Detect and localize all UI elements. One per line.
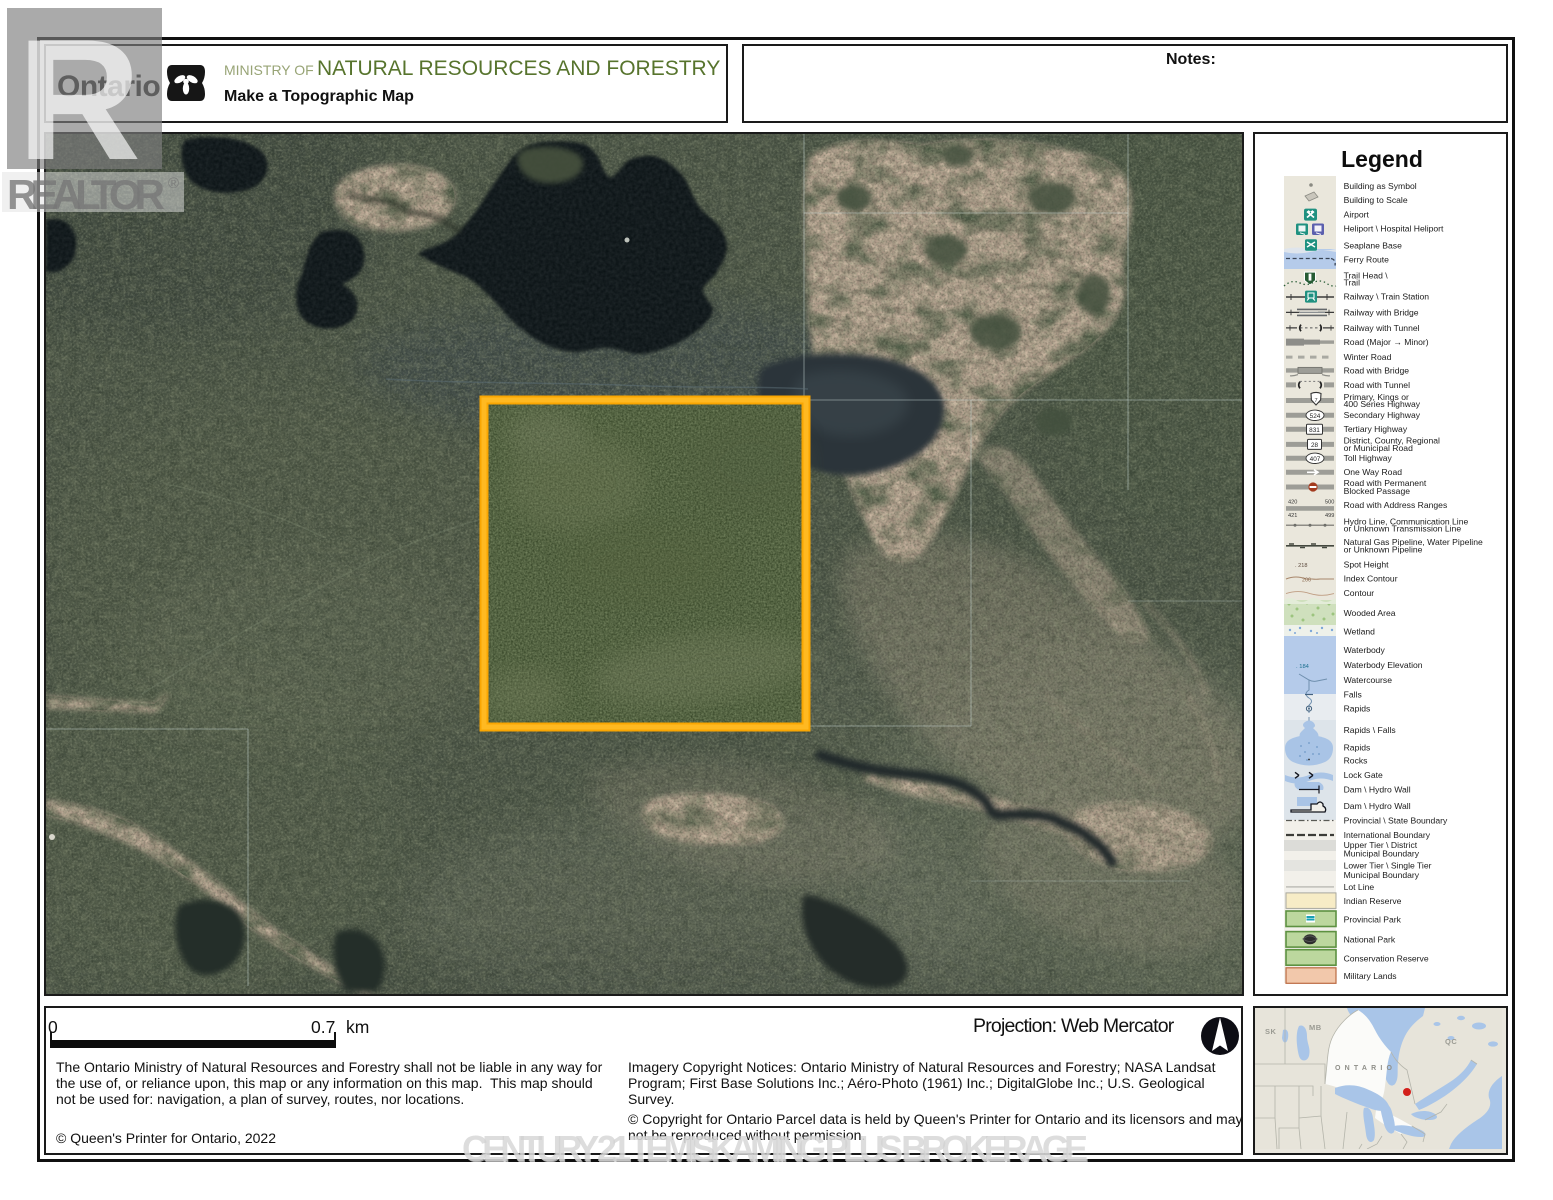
svg-text:500: 500 [1325, 499, 1334, 505]
svg-text:Trail: Trail [1344, 278, 1360, 288]
svg-text:420: 420 [1288, 499, 1297, 505]
svg-text:Road with Tunnel: Road with Tunnel [1344, 380, 1410, 390]
svg-text:Airport: Airport [1344, 210, 1370, 220]
svg-text:Ferry Route: Ferry Route [1344, 255, 1390, 265]
svg-text:Railway with Tunnel: Railway with Tunnel [1344, 323, 1420, 333]
svg-text:Rapids \ Falls: Rapids \ Falls [1344, 725, 1396, 735]
svg-text:One Way Road: One Way Road [1344, 467, 1403, 477]
svg-text:Dam \ Hydro Wall: Dam \ Hydro Wall [1344, 784, 1411, 794]
svg-text:REALTOR: REALTOR [7, 171, 165, 216]
svg-text:Falls: Falls [1344, 689, 1362, 699]
svg-text:Building as Symbol: Building as Symbol [1344, 181, 1417, 191]
svg-text:R: R [17, 8, 141, 169]
svg-text:Municipal Boundary: Municipal Boundary [1344, 849, 1420, 859]
svg-text:Waterbody: Waterbody [1344, 645, 1386, 655]
svg-text:7: 7 [1314, 398, 1317, 404]
svg-text:Watercourse: Watercourse [1344, 675, 1393, 685]
svg-text:524: 524 [1310, 413, 1321, 420]
svg-text:Wetland: Wetland [1344, 626, 1376, 636]
svg-text:831: 831 [1309, 427, 1320, 434]
svg-text:Secondary Highway: Secondary Highway [1344, 410, 1421, 420]
svg-text:Railway with Bridge: Railway with Bridge [1344, 307, 1419, 317]
svg-text:Index Contour: Index Contour [1344, 574, 1398, 584]
svg-text:Road with Bridge: Road with Bridge [1344, 365, 1410, 375]
svg-text:Lot Line: Lot Line [1344, 882, 1375, 892]
svg-text:Wooded Area: Wooded Area [1344, 608, 1396, 618]
svg-text:Lock Gate: Lock Gate [1344, 770, 1383, 780]
svg-text:400 Series Highway: 400 Series Highway [1344, 399, 1421, 409]
svg-text:QC: QC [1445, 1037, 1457, 1046]
svg-text:or Unknown Transmission Line: or Unknown Transmission Line [1344, 524, 1462, 534]
svg-text:International Boundary: International Boundary [1344, 830, 1431, 840]
svg-text:Waterbody Elevation: Waterbody Elevation [1344, 660, 1423, 670]
svg-text:Rapids: Rapids [1344, 742, 1371, 752]
svg-text:Seaplane Base: Seaplane Base [1344, 240, 1403, 250]
svg-text:MB: MB [1309, 1023, 1322, 1032]
svg-text:Rapids: Rapids [1344, 704, 1371, 714]
svg-text:. 218: . 218 [1295, 563, 1307, 569]
svg-text:Indian Reserve: Indian Reserve [1344, 896, 1402, 906]
svg-text:28: 28 [1311, 442, 1319, 449]
svg-text:499: 499 [1325, 513, 1334, 519]
svg-text:Legend: Legend [1341, 146, 1423, 172]
svg-text:Provincial \ State Boundary: Provincial \ State Boundary [1344, 815, 1448, 825]
svg-text:Railway \ Train Station: Railway \ Train Station [1344, 291, 1430, 301]
svg-text:421: 421 [1288, 513, 1297, 519]
svg-text:Blocked Passage: Blocked Passage [1344, 486, 1411, 496]
svg-text:206: 206 [1302, 577, 1311, 583]
svg-text:Road (Major → Minor): Road (Major → Minor) [1344, 337, 1429, 347]
svg-text:or Unknown Pipeline: or Unknown Pipeline [1344, 545, 1423, 555]
svg-text:ONTARIO: ONTARIO [1335, 1065, 1396, 1072]
svg-text:Building to Scale: Building to Scale [1344, 195, 1408, 205]
svg-text:Road with Address Ranges: Road with Address Ranges [1344, 500, 1448, 510]
svg-text:Tertiary Highway: Tertiary Highway [1344, 424, 1408, 434]
svg-text:Municipal Boundary: Municipal Boundary [1344, 870, 1420, 880]
svg-text:Spot Height: Spot Height [1344, 560, 1390, 570]
svg-text:407: 407 [1310, 456, 1321, 463]
svg-text:. 184: . 184 [1296, 664, 1310, 670]
svg-text:Military Lands: Military Lands [1344, 971, 1397, 981]
svg-text:Provincial Park: Provincial Park [1344, 914, 1402, 924]
svg-text:Dam \ Hydro Wall: Dam \ Hydro Wall [1344, 801, 1411, 811]
svg-text:CENTURY 21 TEMISKAMING PLUS BR: CENTURY 21 TEMISKAMING PLUS BROKERAGE [462, 1130, 1088, 1169]
svg-text:Heliport \ Hospital Heliport: Heliport \ Hospital Heliport [1344, 224, 1444, 234]
svg-text:Rocks: Rocks [1344, 755, 1368, 765]
svg-text:Conservation Reserve: Conservation Reserve [1344, 954, 1429, 964]
svg-text:or Municipal Road: or Municipal Road [1344, 443, 1413, 453]
svg-text:National Park: National Park [1344, 935, 1396, 945]
svg-text:SK: SK [1265, 1027, 1277, 1036]
svg-text:Winter Road: Winter Road [1344, 352, 1392, 362]
svg-text:Toll Highway: Toll Highway [1344, 453, 1393, 463]
svg-text:Contour: Contour [1344, 588, 1375, 598]
svg-text:®: ® [168, 175, 179, 192]
